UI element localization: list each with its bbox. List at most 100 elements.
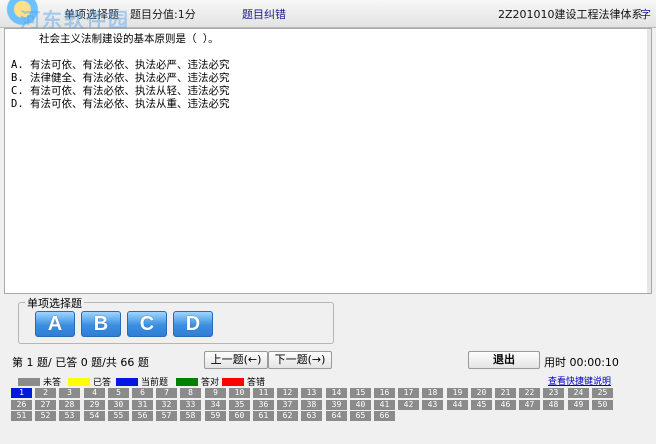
question-number-30[interactable]: 30 [108, 399, 129, 410]
question-number-6[interactable]: 6 [132, 388, 153, 398]
question-number-25[interactable]: 25 [592, 388, 613, 398]
option-d: D. 有法可依、有法必依、执法从重、违法必究 [11, 98, 230, 110]
question-number-2[interactable]: 2 [35, 388, 56, 398]
question-number-64[interactable]: 64 [326, 411, 347, 421]
question-number-55[interactable]: 55 [108, 411, 129, 421]
option-b: B. 法律健全、有法必依、执法必严、违法必究 [11, 72, 230, 84]
vertical-scrollbar[interactable] [647, 29, 651, 293]
question-number-42[interactable]: 42 [398, 399, 419, 410]
question-number-49[interactable]: 49 [568, 399, 589, 410]
question-number-20[interactable]: 20 [471, 388, 492, 398]
question-number-24[interactable]: 24 [568, 388, 589, 398]
question-score-label: 题目分值:1分 [130, 8, 196, 21]
question-number-45[interactable]: 45 [471, 399, 492, 410]
question-number-12[interactable]: 12 [277, 388, 298, 398]
swatch-correct [176, 378, 198, 386]
font-size-button[interactable]: 字 [640, 6, 651, 22]
question-number-21[interactable]: 21 [495, 388, 516, 398]
question-number-58[interactable]: 58 [180, 411, 201, 421]
question-number-46[interactable]: 46 [495, 399, 516, 410]
elapsed-timer: 用时 00:00:10 [544, 356, 619, 369]
question-number-33[interactable]: 33 [180, 399, 201, 410]
question-number-66[interactable]: 66 [374, 411, 395, 421]
report-error-link[interactable]: 题目纠错 [242, 6, 286, 22]
answer-a-button[interactable]: A [35, 311, 75, 337]
question-number-13[interactable]: 13 [301, 388, 322, 398]
question-number-34[interactable]: 34 [205, 399, 226, 410]
course-title: 2Z201010建设工程法律体系 [498, 8, 643, 21]
swatch-current [116, 378, 138, 386]
question-number-50[interactable]: 50 [592, 399, 613, 410]
question-number-22[interactable]: 22 [519, 388, 540, 398]
question-number-51[interactable]: 51 [11, 411, 32, 421]
question-number-17[interactable]: 17 [398, 388, 419, 398]
answer-panel-legend: 单项选择题 [25, 295, 84, 311]
legend-unanswered: 未答 [18, 375, 61, 388]
next-question-button[interactable]: 下一题(→) [268, 351, 332, 369]
question-number-47[interactable]: 47 [519, 399, 540, 410]
question-number-14[interactable]: 14 [326, 388, 347, 398]
swatch-answered [68, 378, 90, 386]
question-number-41[interactable]: 41 [374, 399, 395, 410]
question-number-60[interactable]: 60 [229, 411, 250, 421]
app-logo-icon [0, 0, 64, 28]
answer-c-button[interactable]: C [127, 311, 167, 337]
prev-question-button[interactable]: 上一题(←) [204, 351, 268, 369]
shortcut-help-link[interactable]: 查看快捷键说明 [548, 374, 611, 387]
question-number-57[interactable]: 57 [156, 411, 177, 421]
legend-answered: 已答 [68, 375, 111, 388]
question-number-1[interactable]: 1 [11, 388, 32, 398]
question-stem: 社会主义法制建设的基本原则是（ ）。 [39, 33, 219, 45]
question-number-63[interactable]: 63 [301, 411, 322, 421]
swatch-unanswered [18, 378, 40, 386]
question-number-23[interactable]: 23 [543, 388, 564, 398]
question-number-39[interactable]: 39 [326, 399, 347, 410]
question-number-26[interactable]: 26 [11, 399, 32, 410]
question-number-5[interactable]: 5 [108, 388, 129, 398]
question-number-36[interactable]: 36 [253, 399, 274, 410]
legend-current: 当前题 [116, 375, 168, 388]
question-number-65[interactable]: 65 [350, 411, 371, 421]
question-number-35[interactable]: 35 [229, 399, 250, 410]
question-number-52[interactable]: 52 [35, 411, 56, 421]
answer-b-button[interactable]: B [81, 311, 121, 337]
question-number-4[interactable]: 4 [84, 388, 105, 398]
question-number-15[interactable]: 15 [350, 388, 371, 398]
question-number-27[interactable]: 27 [35, 399, 56, 410]
question-number-10[interactable]: 10 [229, 388, 250, 398]
question-number-43[interactable]: 43 [422, 399, 443, 410]
question-number-62[interactable]: 62 [277, 411, 298, 421]
option-list: A. 有法可依、有法必依、执法必严、违法必究 B. 法律健全、有法必依、执法必严… [11, 59, 229, 111]
question-number-54[interactable]: 54 [84, 411, 105, 421]
question-number-59[interactable]: 59 [205, 411, 226, 421]
legend-correct: 答对 [176, 375, 219, 388]
legend-wrong: 答错 [222, 375, 265, 388]
question-number-44[interactable]: 44 [447, 399, 468, 410]
status-legend: 未答 已答 当前题 答对 答错 查看快捷键说明 [0, 374, 656, 388]
question-number-11[interactable]: 11 [253, 388, 274, 398]
question-number-7[interactable]: 7 [156, 388, 177, 398]
question-number-32[interactable]: 32 [156, 399, 177, 410]
answer-d-button[interactable]: D [173, 311, 213, 337]
question-number-38[interactable]: 38 [301, 399, 322, 410]
exit-button[interactable]: 退出 [468, 351, 540, 369]
question-number-56[interactable]: 56 [132, 411, 153, 421]
question-number-19[interactable]: 19 [447, 388, 468, 398]
question-number-31[interactable]: 31 [132, 399, 153, 410]
question-number-29[interactable]: 29 [84, 399, 105, 410]
question-number-18[interactable]: 18 [422, 388, 443, 398]
option-c: C. 有法可依、有法必依、执法从轻、违法必究 [11, 85, 230, 97]
question-number-37[interactable]: 37 [277, 399, 298, 410]
question-number-28[interactable]: 28 [59, 399, 80, 410]
question-number-8[interactable]: 8 [180, 388, 201, 398]
option-a: A. 有法可依、有法必依、执法必严、违法必究 [11, 59, 230, 71]
question-number-40[interactable]: 40 [350, 399, 371, 410]
question-number-48[interactable]: 48 [543, 399, 564, 410]
question-number-16[interactable]: 16 [374, 388, 395, 398]
question-number-3[interactable]: 3 [59, 388, 80, 398]
question-number-61[interactable]: 61 [253, 411, 274, 421]
swatch-wrong [222, 378, 244, 386]
question-number-9[interactable]: 9 [205, 388, 226, 398]
question-number-53[interactable]: 53 [59, 411, 80, 421]
title-header: 单项选择题 题目分值:1分 题目纠错 2Z201010建设工程法律体系 字 [0, 0, 656, 28]
